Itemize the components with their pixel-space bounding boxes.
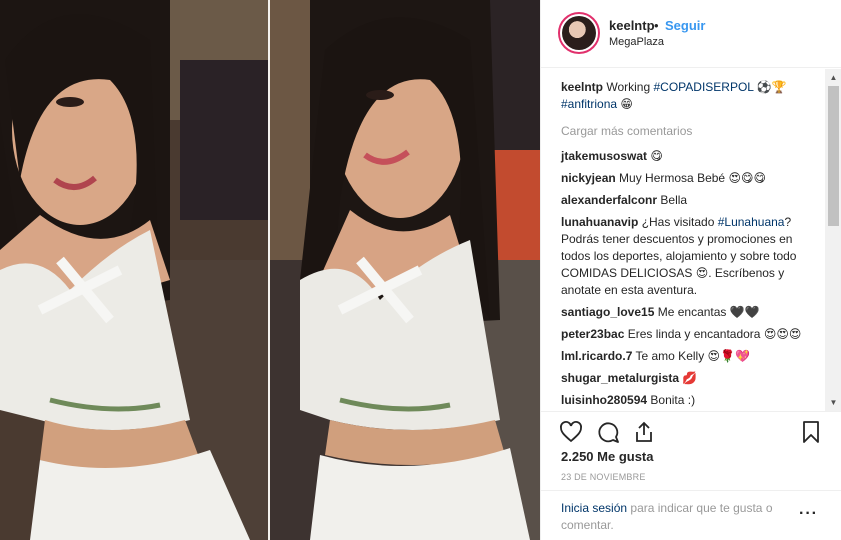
comments-list: keelntp Working #COPADISERPOL ⚽🏆 #anfitr…	[561, 79, 823, 411]
comment-username[interactable]: jtakemusoswat	[561, 149, 647, 163]
comment-item: lunahuanavip ¿Has visitado #Lunahuana? P…	[561, 214, 823, 299]
comment-item: jtakemusoswat 😋	[561, 148, 823, 165]
photo-panel-left	[0, 0, 268, 540]
comments-scrollbar[interactable]: ▲ ▼	[825, 69, 841, 411]
scrollbar-thumb[interactable]	[828, 86, 839, 226]
comment-item: peter23bac Eres linda y encantadora 😍😍😍	[561, 326, 823, 343]
selfie-image-left	[0, 0, 268, 540]
comment-text: Bella	[660, 193, 688, 207]
hashtag-link[interactable]: #anfitriona	[561, 97, 617, 111]
caption-text: Working	[606, 80, 651, 94]
comment-emoji: 😍🌹💖	[707, 349, 750, 363]
login-prompt: Inicia sesión para indicar que te gusta …	[541, 490, 841, 540]
comment-username[interactable]: alexanderfalconr	[561, 193, 657, 207]
heart-icon[interactable]	[559, 420, 583, 444]
comment-text: Eres linda y encantadora	[627, 327, 761, 341]
comment-username[interactable]: luisinho280594	[561, 393, 647, 407]
post-header: keelntp • Seguir MegaPlaza	[541, 0, 841, 68]
follow-button[interactable]: Seguir	[665, 18, 705, 33]
comments-section: keelntp Working #COPADISERPOL ⚽🏆 #anfitr…	[541, 69, 841, 411]
share-icon[interactable]	[632, 420, 656, 444]
caption-username[interactable]: keelntp	[561, 80, 603, 94]
caption: keelntp Working #COPADISERPOL ⚽🏆 #anfitr…	[561, 79, 823, 113]
likes-count[interactable]: 2.250 Me gusta	[561, 449, 654, 464]
comment-item: alexanderfalconr Bella	[561, 192, 823, 209]
hashtag-link[interactable]: #COPADISERPOL	[654, 80, 754, 94]
comment-text: Bonita :)	[650, 393, 696, 407]
comment-emoji: 💋	[682, 371, 698, 385]
scroll-down-arrow-icon[interactable]: ▼	[825, 394, 841, 411]
comment-emoji: 😍	[695, 266, 709, 280]
more-icon[interactable]: ···	[799, 505, 818, 523]
header-separator: •	[654, 18, 659, 33]
post-date: 23 DE NOVIEMBRE	[561, 472, 646, 482]
header-username[interactable]: keelntp	[609, 18, 655, 33]
bookmark-icon[interactable]	[799, 420, 823, 444]
comment-emoji: 😋	[650, 149, 663, 163]
hashtag-link[interactable]: #Lunahuana	[718, 215, 785, 229]
comment-emoji: 🖤🖤	[729, 305, 760, 319]
comment-item: santiago_love15 Me encantas 🖤🖤	[561, 304, 823, 321]
comment-text: ¿Has visitado	[641, 215, 715, 229]
comment-item: lml.ricardo.7 Te amo Kelly 😍🌹💖	[561, 348, 823, 365]
comment-emoji: 😍😋😋	[728, 171, 766, 185]
location-link[interactable]: MegaPlaza	[609, 36, 664, 48]
load-more-comments-button[interactable]: Cargar más comentarios	[561, 123, 823, 140]
comment-text: Me encantas	[657, 305, 727, 319]
scroll-up-arrow-icon[interactable]: ▲	[825, 69, 841, 86]
comment-text: Te amo Kelly	[635, 349, 705, 363]
photo-panel-right	[270, 0, 540, 540]
comment-text: Muy Hermosa Bebé	[619, 171, 726, 185]
comment-username[interactable]: lunahuanavip	[561, 215, 638, 229]
selfie-image-right	[270, 0, 540, 540]
comment-username[interactable]: santiago_love15	[561, 305, 654, 319]
avatar[interactable]	[558, 12, 600, 54]
post-photo	[0, 0, 540, 540]
comment-item: nickyjean Muy Hermosa Bebé 😍😋😋	[561, 170, 823, 187]
login-text: Inicia sesión para indicar que te gusta …	[561, 500, 801, 534]
caption-emoji: 😁	[620, 97, 633, 111]
caption-emoji: ⚽🏆	[756, 80, 787, 94]
post-actions: 2.250 Me gusta 23 DE NOVIEMBRE Inicia se…	[541, 411, 841, 540]
comment-icon[interactable]	[596, 420, 620, 444]
comment-emoji: 😍😍😍	[763, 327, 802, 341]
comment-item: luisinho280594 Bonita :)	[561, 392, 823, 409]
comment-username[interactable]: lml.ricardo.7	[561, 349, 632, 363]
login-link[interactable]: Inicia sesión	[561, 501, 627, 515]
post-sidebar: keelntp • Seguir MegaPlaza keelntp Worki…	[540, 0, 841, 540]
comment-item: shugar_metalurgista 💋	[561, 370, 823, 387]
comment-username[interactable]: peter23bac	[561, 327, 624, 341]
comment-username[interactable]: nickyjean	[561, 171, 616, 185]
comment-username[interactable]: shugar_metalurgista	[561, 371, 679, 385]
